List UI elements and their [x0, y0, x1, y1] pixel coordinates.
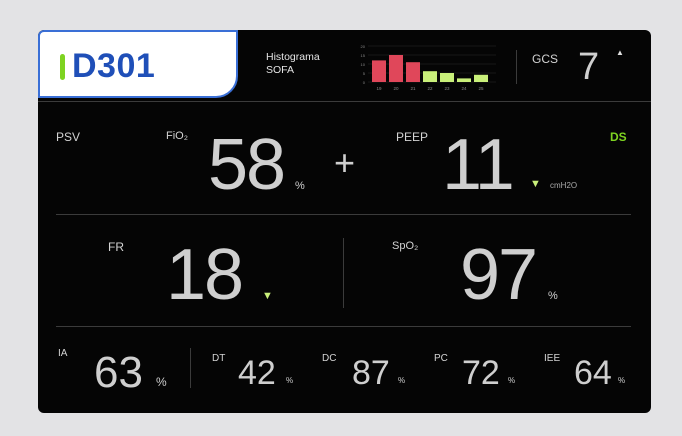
histogram-x-tick: 19 [376, 86, 382, 91]
bed-id: D301 [72, 47, 156, 85]
mode-flag: DS [610, 130, 627, 144]
dt-value: 42 [238, 354, 276, 392]
histogram-y-tick: 0 [363, 80, 366, 85]
fr-value: 18 [166, 235, 244, 315]
histogram-title-line1: Histograma [266, 51, 320, 63]
monitor-panel: D301 Histograma SOFA 20 15 10 5 0 19 20 21 22 23 2… [38, 30, 651, 413]
histogram-title: Histograma SOFA [266, 51, 320, 77]
divider [56, 214, 631, 215]
dt-label: DT [212, 353, 226, 364]
gcs-trend-icon: ▲ [616, 48, 624, 57]
histogram-bar [423, 71, 437, 82]
histogram-bar [372, 60, 386, 82]
histogram-x-tick: 25 [478, 86, 484, 91]
dt-unit: % [286, 376, 294, 385]
histogram-y-tick: 5 [363, 71, 366, 76]
fio2-label: FiO₂ [166, 130, 188, 142]
iee-value: 64 [574, 354, 612, 392]
gcs-label: GCS [532, 52, 559, 66]
divider [190, 348, 191, 388]
gcs-value: 7 [578, 46, 600, 88]
bed-id-box[interactable]: D301 [38, 30, 238, 98]
peep-unit: cmH2O [550, 181, 578, 190]
spo2-value: 97 [460, 235, 538, 315]
divider [56, 326, 631, 327]
peep-value: 11 [442, 125, 515, 205]
ia-unit: % [156, 375, 167, 389]
histogram-bar [440, 73, 454, 82]
histogram-y-tick: 20 [361, 44, 366, 49]
peep-label: PEEP [396, 130, 429, 144]
histogram-x-tick: 22 [427, 86, 433, 91]
fio2-value: 58 [208, 125, 286, 205]
ia-value: 63 [94, 348, 143, 397]
pc-label: PC [434, 353, 448, 364]
mode-label: PSV [56, 130, 81, 144]
spo2-label: SpO₂ [392, 240, 419, 252]
histogram-title-line2: SOFA [266, 64, 295, 76]
iee-unit: % [618, 376, 626, 385]
iee-label: IEE [544, 353, 561, 364]
histogram-y-tick: 15 [361, 53, 366, 58]
fio2-unit: % [295, 180, 305, 192]
dc-label: DC [322, 353, 337, 364]
fr-label: FR [108, 240, 124, 254]
divider [516, 50, 517, 84]
histogram-bar [457, 78, 471, 82]
histogram-x-tick: 24 [461, 86, 467, 91]
peep-trend-icon: ▼ [530, 178, 541, 190]
histogram-x-tick: 23 [444, 86, 450, 91]
pc-value: 72 [462, 354, 500, 392]
pc-unit: % [508, 376, 516, 385]
plus-sign: + [334, 142, 356, 183]
divider [38, 101, 651, 102]
divider [343, 238, 344, 308]
fr-trend-icon: ▼ [262, 290, 273, 302]
histogram-bar [406, 62, 420, 82]
dc-unit: % [398, 376, 406, 385]
histogram-x-tick: 21 [410, 86, 416, 91]
histogram-bar [389, 55, 403, 82]
spo2-unit: % [548, 290, 558, 302]
bed-status-bar [60, 54, 65, 80]
ia-label: IA [58, 348, 68, 359]
sofa-histogram[interactable]: 20 15 10 5 0 19 20 21 22 23 24 25 [348, 42, 498, 94]
dc-value: 87 [352, 354, 390, 392]
histogram-y-tick: 10 [361, 62, 366, 67]
histogram-bar [474, 74, 488, 82]
histogram-x-tick: 20 [393, 86, 399, 91]
